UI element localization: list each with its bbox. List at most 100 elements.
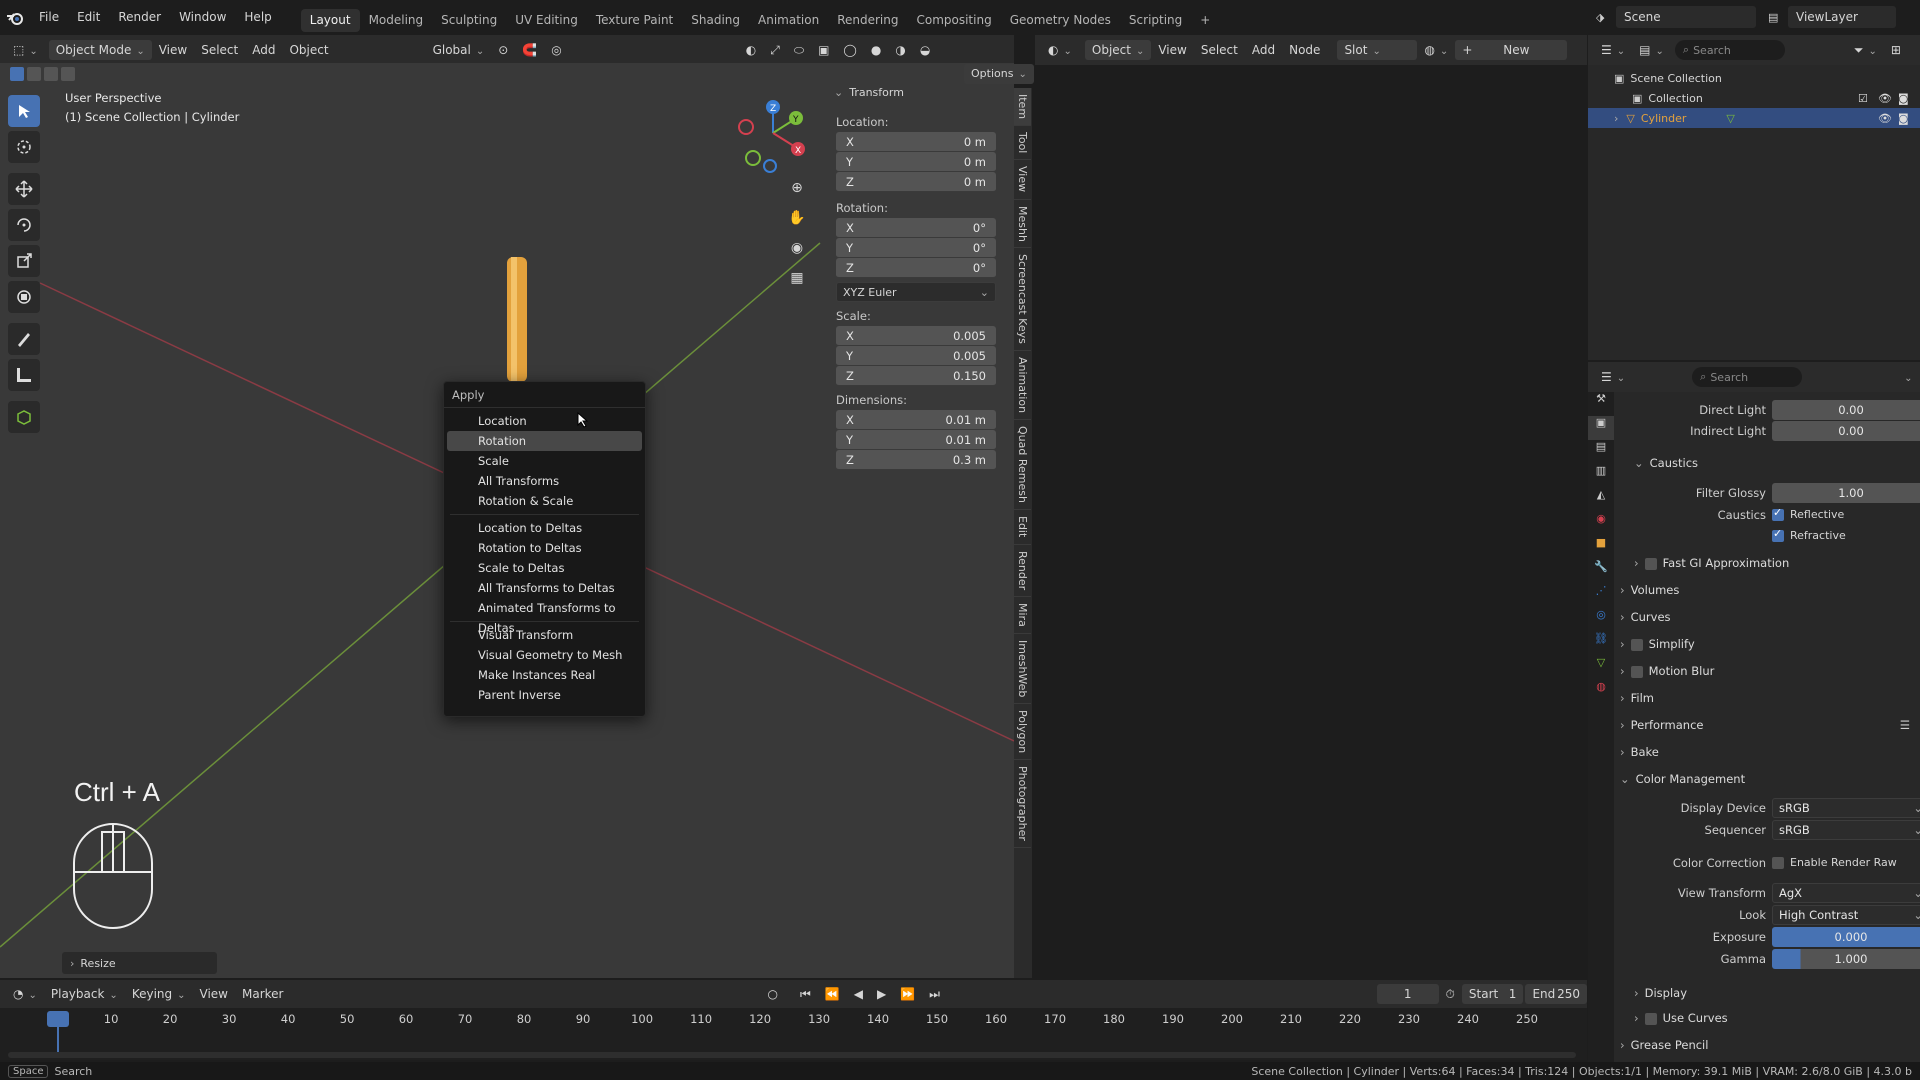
tab-scripting[interactable]: Scripting (1120, 9, 1191, 32)
film-section[interactable]: › Film (1620, 687, 1654, 709)
timeline-ruler[interactable]: 1102030405060708090100110120130140150160… (0, 980, 1587, 1060)
menu-item-scale[interactable]: Scale (447, 451, 642, 471)
shading-wire-icon[interactable]: ◯ (836, 40, 863, 60)
world-tab-icon[interactable]: ◉ (1588, 512, 1614, 536)
menu-item-visual-transform[interactable]: Visual Transform (447, 625, 642, 645)
measure-tool-icon[interactable] (8, 359, 40, 391)
editor-type-icon[interactable]: ⬚ (6, 40, 45, 60)
select-box-tool-icon[interactable] (8, 95, 40, 127)
add-cube-tool-icon[interactable] (8, 401, 40, 433)
rotation-z-field[interactable]: Z 0° (836, 258, 996, 278)
tab-animation[interactable]: Animation (749, 9, 828, 32)
motion-blur-section[interactable]: › Motion Blur (1620, 660, 1714, 682)
side-tab-imeshweb[interactable]: ImeshWeb (1014, 634, 1031, 705)
side-tab-render[interactable]: Render (1014, 545, 1031, 597)
side-tab-photographer[interactable]: Photographer (1014, 760, 1031, 849)
menu-item-all-transforms[interactable]: All Transforms (447, 471, 642, 491)
camera-render-icon[interactable]: ◙ (1898, 92, 1909, 105)
outliner-editor-type-icon[interactable]: ☰ (1594, 40, 1632, 60)
output-tab-icon[interactable]: ▤ (1588, 440, 1614, 464)
side-tab-quad-remesh[interactable]: Quad Remesh (1014, 420, 1031, 511)
look-select[interactable]: High Contrast (1772, 905, 1920, 925)
direct-light-field[interactable]: 0.00 (1772, 400, 1920, 420)
particles-tab-icon[interactable]: ⋰ (1588, 584, 1614, 608)
tab-compositing[interactable]: Compositing (907, 9, 1000, 32)
dimensions-x-field[interactable]: X 0.01 m (836, 410, 996, 430)
view-layer-tab-icon[interactable]: ▥ (1588, 464, 1614, 488)
visibility-icon[interactable]: ◐ (739, 40, 763, 60)
new-material-button[interactable]: + New (1455, 40, 1568, 60)
menu-window[interactable]: Window (170, 0, 235, 35)
menu-add[interactable]: Add (245, 40, 282, 60)
hand-pan-icon[interactable]: ✋ (786, 210, 808, 240)
node-object-select[interactable]: Object (1084, 40, 1152, 60)
rotate-tool-icon[interactable] (8, 209, 40, 241)
fast-gi-section[interactable]: › Fast GI Approximation (1634, 552, 1789, 574)
volumes-section[interactable]: › Volumes (1620, 579, 1679, 601)
menu-item-rotation-scale[interactable]: Rotation & Scale (447, 491, 642, 511)
exposure-slider[interactable]: 0.000 (1772, 927, 1920, 947)
side-tab-polygon[interactable]: Polygon (1014, 704, 1031, 761)
proportional-edit-icon[interactable]: ◎ (544, 40, 568, 60)
eye-icon[interactable]: 👁 (1878, 92, 1892, 105)
scale-y-field[interactable]: Y 0.005 (836, 346, 996, 366)
performance-section[interactable]: › Performance ☰ (1620, 714, 1910, 736)
menu-item-rotation[interactable]: Rotation (447, 431, 642, 451)
dimensions-z-field[interactable]: Z 0.3 m (836, 450, 996, 470)
outliner-row-scene-collection[interactable]: ▣ Scene Collection (1588, 68, 1920, 88)
menu-render[interactable]: Render (109, 0, 170, 35)
caustics-section[interactable]: ⌄ Caustics (1634, 452, 1698, 474)
list-icon[interactable]: ☰ (1900, 714, 1910, 736)
shading-material-icon[interactable]: ◑ (888, 40, 912, 60)
menu-file[interactable]: File (30, 0, 68, 35)
selection-mode-buttons[interactable] (10, 67, 75, 81)
dimensions-y-field[interactable]: Y 0.01 m (836, 430, 996, 450)
material-tab-icon[interactable]: ◍ (1588, 680, 1614, 704)
side-tab-meshh[interactable]: Meshh (1014, 200, 1031, 249)
menu-item-parent-inverse[interactable]: Parent Inverse (447, 685, 642, 705)
outliner-row-collection[interactable]: ▣ Collection ☑ 👁 ◙ (1588, 88, 1920, 108)
pivot-icon[interactable]: ⊙ (491, 40, 515, 60)
menu-select[interactable]: Select (194, 40, 245, 60)
menu-item-rotation-to-deltas[interactable]: Rotation to Deltas (447, 538, 642, 558)
sequencer-select[interactable]: sRGB (1772, 820, 1920, 840)
rotation-mode-select[interactable]: XYZ Euler ⌄ (836, 282, 996, 302)
tab-shading[interactable]: Shading (682, 9, 749, 32)
tab-rendering[interactable]: Rendering (828, 9, 907, 32)
node-menu-node[interactable]: Node (1282, 40, 1327, 60)
grid-perspective-icon[interactable]: ▦ (786, 270, 808, 300)
outliner-search[interactable]: ⌕ Search (1674, 40, 1785, 60)
shading-rendered-icon[interactable]: ◒ (913, 40, 937, 60)
overlays-icon[interactable]: ⬭ (787, 40, 811, 60)
playhead-marker[interactable] (47, 1011, 69, 1027)
rotation-x-field[interactable]: X 0° (836, 218, 996, 238)
mesh-data-icon[interactable]: ▽ (1726, 112, 1734, 125)
filter-icon[interactable]: ⏷ (1847, 40, 1884, 60)
scale-tool-icon[interactable] (8, 245, 40, 277)
chevron-right-icon[interactable]: › (1614, 112, 1618, 125)
menu-help[interactable]: Help (235, 0, 280, 35)
transform-tool-icon[interactable] (8, 281, 40, 313)
camera-render-icon[interactable]: ◙ (1898, 112, 1909, 125)
menu-item-visual-geometry-to-mesh[interactable]: Visual Geometry to Mesh (447, 645, 642, 665)
tab-layout[interactable]: Layout (300, 9, 360, 32)
menu-item-make-instances-real[interactable]: Make Instances Real (447, 665, 642, 685)
properties-editor-type-icon[interactable]: ☰ (1594, 367, 1632, 387)
annotate-tool-icon[interactable] (8, 323, 40, 355)
view-transform-select[interactable]: AgX (1772, 883, 1920, 903)
grease-pencil-section[interactable]: › Grease Pencil (1620, 1034, 1708, 1056)
scale-x-field[interactable]: X 0.005 (836, 326, 996, 346)
side-tab-item[interactable]: Item (1014, 88, 1031, 127)
simplify-section[interactable]: › Simplify (1620, 633, 1695, 655)
zoom-icon[interactable]: ⊕ (786, 180, 808, 210)
properties-options-icon[interactable] (1892, 367, 1919, 387)
tab-modeling[interactable]: Modeling (360, 9, 433, 32)
filter-glossy-field[interactable]: 1.00 (1772, 483, 1920, 503)
location-z-field[interactable]: Z 0 m (836, 172, 996, 192)
menu-item-scale-to-deltas[interactable]: Scale to Deltas (447, 558, 642, 578)
side-tab-tool[interactable]: Tool (1014, 126, 1031, 161)
menu-view[interactable]: View (152, 40, 194, 60)
outliner-row-cylinder[interactable]: › ▽ Cylinder ▽ 👁 ◙ (1588, 108, 1920, 128)
timeline-scrollbar[interactable] (8, 1052, 1576, 1058)
side-tab-view[interactable]: View (1014, 160, 1031, 200)
